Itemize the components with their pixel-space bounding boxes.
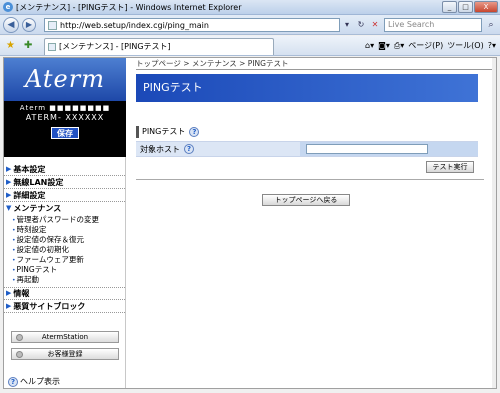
test-run-button[interactable]: テスト実行 bbox=[426, 161, 474, 173]
arrow-right-icon: ▶ bbox=[6, 190, 12, 199]
address-toolbar: ◀ ▶ http://web.setup/index.cgi/ping_main… bbox=[0, 15, 500, 35]
page-menu[interactable]: ページ(P) bbox=[408, 39, 443, 53]
nav-item-basic-settings[interactable]: ▶ 基本設定 bbox=[4, 163, 125, 176]
target-host-label: 対象ホスト ? bbox=[136, 142, 300, 156]
page-title: PINGテスト bbox=[136, 74, 478, 102]
customer-register-button[interactable]: お客様登録 bbox=[11, 348, 119, 360]
aterm-station-button[interactable]: AtermStation bbox=[11, 331, 119, 343]
search-icon[interactable]: ⌕ bbox=[484, 18, 498, 32]
arrow-right-icon: ▶ bbox=[6, 177, 12, 186]
device-name: Aterm ■■■■■■■■ bbox=[19, 104, 111, 112]
help-icon[interactable]: ? bbox=[184, 144, 194, 154]
minimize-button[interactable]: _ bbox=[442, 1, 457, 13]
target-host-row: 対象ホスト ? bbox=[136, 141, 478, 157]
tab-toolbar: ★ ✚ [メンテナンス] - [PINGテスト] ⌂▾ ◙▾ ⎙▾ ページ(P)… bbox=[0, 36, 500, 56]
breadcrumb[interactable]: トップページ > メンテナンス > PINGテスト bbox=[136, 58, 494, 70]
back-to-top-button[interactable]: トップページへ戻る bbox=[262, 194, 350, 206]
page-icon bbox=[48, 20, 57, 30]
feeds-icon[interactable]: ◙▾ bbox=[378, 39, 390, 53]
nav-item-advanced-settings[interactable]: ▶ 詳細設定 bbox=[4, 189, 125, 202]
arrow-right-icon: ▶ bbox=[6, 289, 12, 297]
print-icon[interactable]: ⎙▾ bbox=[394, 39, 404, 53]
external-links: AtermStation お客様登録 bbox=[4, 328, 126, 360]
tab-page-icon bbox=[48, 43, 56, 51]
maximize-button[interactable]: □ bbox=[458, 1, 473, 13]
nav-item-info[interactable]: ▶ 情報 bbox=[4, 287, 125, 300]
divider bbox=[136, 179, 484, 180]
ping-section: PINGテスト ? 対象ホスト ? テスト実行 bbox=[136, 126, 478, 173]
device-model: ATERM- XXXXXX bbox=[25, 113, 105, 122]
section-heading: PINGテスト ? bbox=[136, 126, 478, 138]
address-tools: ▾ ↻ ✕ bbox=[341, 18, 381, 32]
help-menu-icon[interactable]: ?▾ bbox=[488, 39, 496, 53]
back-button[interactable]: ◀ bbox=[3, 17, 19, 33]
address-bar[interactable]: http://web.setup/index.cgi/ping_main bbox=[44, 18, 340, 32]
save-button[interactable]: 保存 bbox=[51, 127, 79, 139]
dropdown-arrow-icon[interactable]: ▾ bbox=[341, 18, 353, 32]
circle-icon bbox=[16, 351, 23, 358]
nav-sub-ping-test[interactable]: PINGテスト bbox=[4, 265, 125, 275]
forward-button[interactable]: ▶ bbox=[22, 18, 36, 32]
favorites-star-icon[interactable]: ★ bbox=[6, 39, 15, 53]
target-host-cell bbox=[300, 142, 478, 156]
circle-icon bbox=[16, 334, 23, 341]
nav-sub-restart[interactable]: 再起動 bbox=[4, 275, 125, 285]
nav-item-wireless-settings[interactable]: ▶ 無線LAN設定 bbox=[4, 176, 125, 189]
help-icon: ? bbox=[8, 376, 18, 387]
arrow-right-icon: ▶ bbox=[6, 164, 12, 173]
arrow-right-icon: ▶ bbox=[6, 301, 12, 310]
nav-item-malicious-site-block[interactable]: ▶ 悪質サイトブロック bbox=[4, 300, 125, 313]
window-titlebar: e [メンテナンス] - [PINGテスト] - Windows Interne… bbox=[0, 0, 500, 15]
command-bar: ⌂▾ ◙▾ ⎙▾ ページ(P) ツール(O) ?▾ bbox=[365, 39, 496, 53]
address-url: http://web.setup/index.cgi/ping_main bbox=[60, 20, 209, 30]
search-input[interactable]: Live Search bbox=[384, 18, 482, 32]
nav-sub-time-settings[interactable]: 時刻設定 bbox=[4, 225, 125, 235]
help-icon[interactable]: ? bbox=[189, 127, 200, 137]
window-controls: _ □ X bbox=[441, 1, 498, 13]
nav-menu: ▶基本設定 ▶無線LAN設定 ▶詳細設定 ▼メンテナンス 管理者パスワードの変更… bbox=[4, 157, 125, 313]
ie-logo-icon: e bbox=[3, 2, 13, 12]
refresh-icon[interactable]: ↻ bbox=[355, 18, 367, 32]
add-favorites-icon[interactable]: ✚ bbox=[24, 39, 32, 53]
nav-sub-save-restore[interactable]: 設定値の保存＆復元 bbox=[4, 235, 125, 245]
nav-sub-admin-password[interactable]: 管理者パスワードの変更 bbox=[4, 215, 125, 225]
nav-sub-initialize[interactable]: 設定値の初期化 bbox=[4, 245, 125, 255]
browser-content: Aterm Aterm ■■■■■■■■ ATERM- XXXXXX 保存 ▶ 基… bbox=[3, 57, 497, 389]
stop-icon[interactable]: ✕ bbox=[369, 18, 381, 32]
arrow-down-icon: ▼ bbox=[6, 204, 12, 212]
home-icon[interactable]: ⌂▾ bbox=[365, 39, 374, 53]
tab-title: [メンテナンス] - [PINGテスト] bbox=[59, 42, 171, 51]
aterm-logo: Aterm bbox=[4, 58, 126, 101]
close-button[interactable]: X bbox=[474, 1, 498, 13]
nav-sub-firmware-update[interactable]: ファームウェア更新 bbox=[4, 255, 125, 265]
tab-ping-test[interactable]: [メンテナンス] - [PINGテスト] bbox=[44, 38, 274, 55]
help-link[interactable]: ? ヘルプ表示 bbox=[8, 376, 60, 387]
device-info-box: Aterm ■■■■■■■■ ATERM- XXXXXX 保存 bbox=[4, 101, 126, 157]
window-title: [メンテナンス] - [PINGテスト] - Windows Internet … bbox=[16, 2, 242, 12]
scrollbar[interactable] bbox=[492, 58, 496, 388]
sidebar: Aterm Aterm ■■■■■■■■ ATERM- XXXXXX 保存 ▶ 基… bbox=[4, 58, 126, 388]
main-panel: トップページ > メンテナンス > PINGテスト PINGテスト PINGテス… bbox=[136, 58, 494, 388]
target-host-input[interactable] bbox=[306, 144, 428, 154]
nav-item-maintenance[interactable]: ▼ メンテナンス bbox=[4, 202, 125, 215]
tools-menu[interactable]: ツール(O) bbox=[447, 39, 484, 53]
